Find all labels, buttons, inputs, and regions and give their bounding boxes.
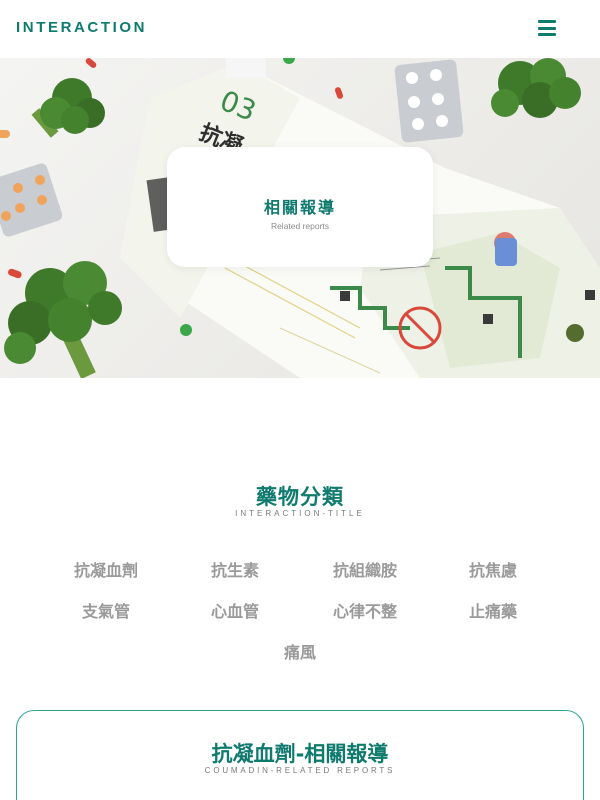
pill-blister-top	[394, 59, 464, 143]
related-subtitle: COUMADIN-RELATED REPORTS	[204, 766, 396, 775]
hero-title: 相關報導	[263, 198, 336, 217]
broccoli-top-left	[31, 78, 105, 138]
hero-banner: 03 抗凝 相關報導 Related reports	[0, 58, 600, 378]
category-cardiovascular[interactable]: 心血管	[175, 598, 295, 622]
broccoli-top-right	[491, 58, 581, 118]
related-title: 抗凝血劑-相關報導	[211, 742, 389, 766]
menu-bar	[538, 20, 556, 23]
related-reports-card: 抗凝血劑-相關報導 COUMADIN-RELATED REPORTS	[16, 710, 584, 800]
hamburger-menu-icon[interactable]	[538, 20, 556, 36]
category-arrhythmia[interactable]: 心律不整	[305, 598, 425, 622]
section-subtitle: INTERACTION-TITLE	[235, 509, 365, 518]
hero-title-card: 相關報導 Related reports	[167, 147, 433, 267]
category-antihistamine[interactable]: 抗組織胺	[305, 557, 425, 581]
category-painkiller[interactable]: 止痛藥	[433, 598, 553, 622]
category-antibiotic[interactable]: 抗生素	[175, 557, 295, 581]
menu-bar	[538, 26, 556, 30]
category-bronchial[interactable]: 支氣管	[46, 598, 166, 622]
broccoli-bottom-left	[4, 261, 122, 378]
brand-logo[interactable]: INTERACTION	[16, 19, 147, 36]
menu-bar	[538, 33, 556, 36]
section-title: 藥物分類	[256, 485, 344, 509]
category-anticoagulant[interactable]: 抗凝血劑	[46, 557, 166, 581]
category-gout[interactable]: 痛風	[240, 639, 360, 663]
pill-blister-left	[0, 163, 63, 237]
category-anxiolytic[interactable]: 抗焦慮	[433, 557, 553, 581]
hero-subtitle: Related reports	[270, 221, 330, 231]
site-header: INTERACTION	[0, 0, 600, 58]
